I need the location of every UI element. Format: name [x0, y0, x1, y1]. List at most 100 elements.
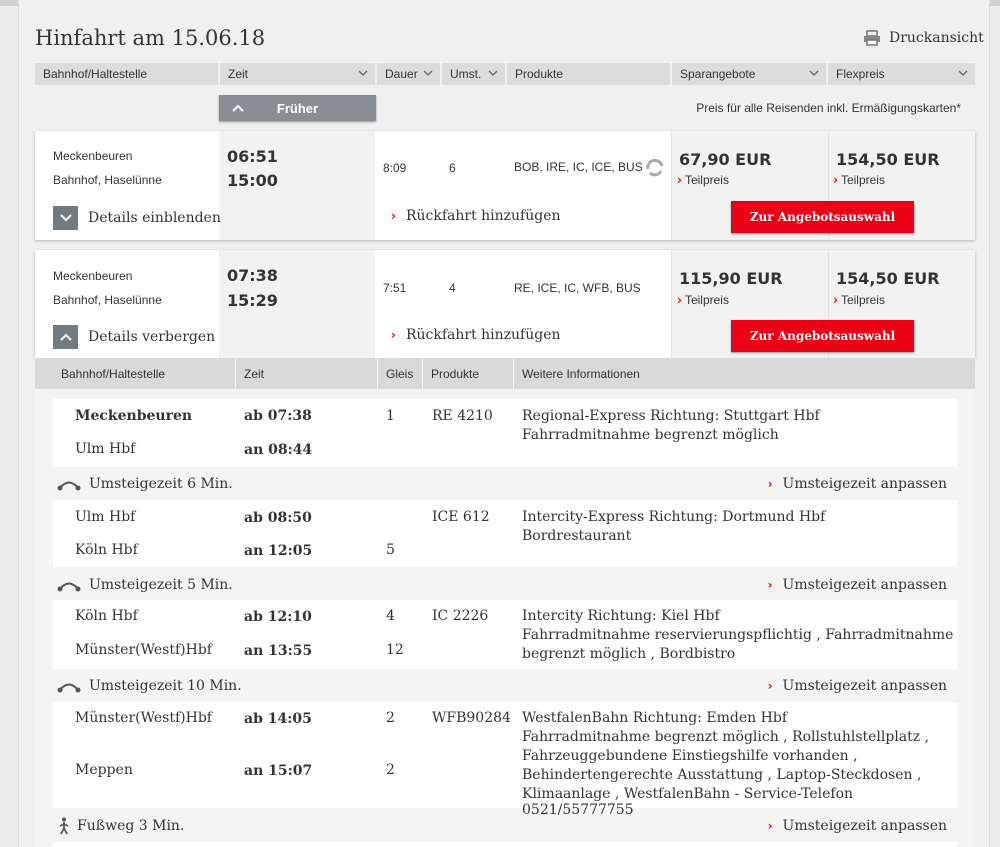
- col-header-label: Umst.: [450, 67, 482, 81]
- col-header-label: Produkte: [515, 67, 564, 81]
- chevron-right-icon: ›: [677, 293, 682, 307]
- col-header-duration[interactable]: Dauer: [377, 63, 440, 85]
- station-from: Meckenbeuren: [53, 269, 133, 283]
- adjust-transfer-label: Umsteigezeit anpassen: [782, 577, 947, 593]
- spar-teilpreis-link[interactable]: › Teilpreis: [677, 293, 729, 307]
- print-view-link[interactable]: Druckansicht: [863, 30, 984, 46]
- segment-from: Meckenbeuren: [75, 408, 193, 424]
- products: BOB, IRE, IC, ICE, BUS: [514, 160, 643, 174]
- flex-price: 154,50 EUR: [836, 269, 940, 288]
- flex-teilpreis-link[interactable]: › Teilpreis: [833, 173, 885, 187]
- segment-info-line: Fahrradmitnahme begrenzt möglich , Rolls…: [522, 729, 930, 745]
- segment-track-arr: 12: [386, 642, 404, 658]
- arrival-time: 15:29: [227, 291, 278, 310]
- col-header-time[interactable]: Zeit: [220, 63, 375, 85]
- add-return-link[interactable]: › Rückfahrt hinzufügen: [391, 208, 561, 224]
- segment-product: RE 4210: [432, 408, 493, 424]
- transfer-label: Umsteigezeit 5 Min.: [89, 577, 233, 593]
- add-return-label: Rückfahrt hinzufügen: [405, 327, 561, 343]
- detail-col-info: Weitere Informationen: [513, 358, 975, 389]
- teilpreis-label: Teilpreis: [684, 293, 729, 307]
- station-from: Meckenbeuren: [53, 149, 133, 163]
- walk-label: Fußweg 3 Min.: [77, 818, 185, 834]
- bus-connection-icon: [646, 158, 664, 177]
- flex-teilpreis-link[interactable]: › Teilpreis: [833, 293, 885, 307]
- transfer-row: Umsteigezeit 5 Min. › Umsteigezeit anpass…: [53, 569, 957, 601]
- chevron-right-icon: ›: [833, 293, 838, 307]
- chevron-right-icon: ›: [767, 819, 773, 833]
- segment-info-line: Fahrzeuggebundene Einstiegshilfe vorhand…: [522, 748, 858, 764]
- transfer-icon: [57, 683, 81, 693]
- details-toggle[interactable]: Details verbergen: [53, 325, 215, 349]
- journey-segment: [53, 842, 957, 847]
- adjust-transfer-link[interactable]: › Umsteigezeit anpassen: [768, 476, 947, 492]
- price-note: Preis für alle Reisenden inkl. Ermäßigun…: [696, 101, 961, 115]
- segment-from: Münster(Westf)Hbf: [75, 710, 212, 726]
- details-toggle-label: Details verbergen: [88, 329, 216, 345]
- walk-row: Fußweg 3 Min. › Umsteigezeit anpassen: [53, 810, 957, 842]
- details-header: Bahnhof/Haltestelle Zeit Gleis Produkte …: [35, 358, 975, 389]
- adjust-transfer-label: Umsteigezeit anpassen: [782, 678, 947, 694]
- duration: 8:09: [383, 161, 407, 175]
- chevron-down-icon: [59, 214, 72, 222]
- journey-segment: Ulm Hbf ab 08:50 ICE 612 Intercity-Expre…: [53, 500, 957, 567]
- details-toggle-label: Details einblenden: [88, 210, 221, 226]
- adjust-transfer-link[interactable]: › Umsteigezeit anpassen: [768, 678, 947, 694]
- segment-dep: ab 14:05: [244, 711, 312, 727]
- segment-dep: ab 07:38: [244, 408, 312, 424]
- detail-col-time: Zeit: [235, 358, 377, 389]
- earlier-label: Früher: [276, 100, 319, 116]
- col-header-flex[interactable]: Flexpreis: [828, 63, 975, 85]
- chevron-right-icon: ›: [767, 477, 773, 491]
- station-to: Bahnhof, Haselünne: [53, 173, 162, 187]
- col-header-label: Zeit: [228, 67, 249, 81]
- chevron-down-icon: [958, 70, 968, 76]
- segment-arr: an 08:44: [244, 442, 313, 458]
- col-header-station[interactable]: Bahnhof/Haltestelle: [35, 63, 218, 85]
- segment-to: Münster(Westf)Hbf: [75, 642, 212, 658]
- segment-to: Ulm Hbf: [75, 441, 136, 457]
- print-label: Druckansicht: [889, 30, 984, 46]
- col-header-label: Flexpreis: [836, 67, 885, 81]
- departure-time: 06:51: [227, 147, 278, 166]
- walk-icon: [59, 817, 69, 835]
- chevron-right-icon: ›: [767, 578, 773, 592]
- earlier-button[interactable]: Früher: [219, 95, 376, 121]
- journey-segment: Köln Hbf ab 12:10 4 IC 2226 Intercity Ri…: [53, 600, 957, 669]
- segment-info-line: begrenzt möglich , Bordbistro: [522, 646, 736, 662]
- adjust-transfer-link[interactable]: › Umsteigezeit anpassen: [768, 818, 947, 834]
- changes: 6: [449, 161, 456, 175]
- offer-selection-button[interactable]: Zur Angebotsauswahl: [731, 320, 914, 352]
- offer-selection-button[interactable]: Zur Angebotsauswahl: [731, 201, 914, 233]
- spar-teilpreis-link[interactable]: › Teilpreis: [677, 173, 729, 187]
- detail-col-products: Produkte: [422, 358, 513, 389]
- chevron-right-icon: ›: [677, 173, 682, 187]
- details-toggle[interactable]: Details einblenden: [53, 206, 221, 230]
- segment-arr: an 15:07: [244, 763, 313, 779]
- segment-from: Ulm Hbf: [75, 509, 136, 525]
- chevron-down-icon: [488, 70, 498, 76]
- add-return-link[interactable]: › Rückfahrt hinzufügen: [391, 327, 561, 343]
- adjust-transfer-link[interactable]: › Umsteigezeit anpassen: [768, 577, 947, 593]
- segment-dep: ab 08:50: [244, 510, 312, 526]
- connection-card[interactable]: Meckenbeuren Bahnhof, Haselünne 06:51 15…: [35, 131, 975, 240]
- teilpreis-label: Teilpreis: [840, 293, 885, 307]
- products: RE, ICE, IC, WFB, BUS: [514, 281, 641, 295]
- chevron-right-icon: ›: [391, 328, 396, 342]
- segment-info-line: Behindertengerechte Ausstattung , Laptop…: [522, 767, 922, 783]
- connection-card[interactable]: Meckenbeuren Bahnhof, Haselünne 07:38 15…: [35, 250, 975, 358]
- segment-track-arr: 2: [386, 762, 395, 778]
- teilpreis-label: Teilpreis: [840, 173, 885, 187]
- transfer-row: Umsteigezeit 6 Min. › Umsteigezeit anpass…: [53, 468, 957, 500]
- col-header-label: Dauer: [385, 67, 418, 81]
- printer-icon: [864, 30, 880, 46]
- chevron-right-icon: ›: [767, 679, 773, 693]
- col-header-changes[interactable]: Umst.: [442, 63, 505, 85]
- chevron-down-icon: [423, 70, 433, 76]
- segment-to: Meppen: [75, 762, 133, 778]
- adjust-transfer-label: Umsteigezeit anpassen: [782, 818, 947, 834]
- transfer-row: Umsteigezeit 10 Min. › Umsteigezeit anpas…: [53, 670, 957, 702]
- col-header-spar[interactable]: Sparangebote: [672, 63, 826, 85]
- chevron-right-icon: ›: [391, 209, 396, 223]
- segment-arr: an 13:55: [244, 643, 313, 659]
